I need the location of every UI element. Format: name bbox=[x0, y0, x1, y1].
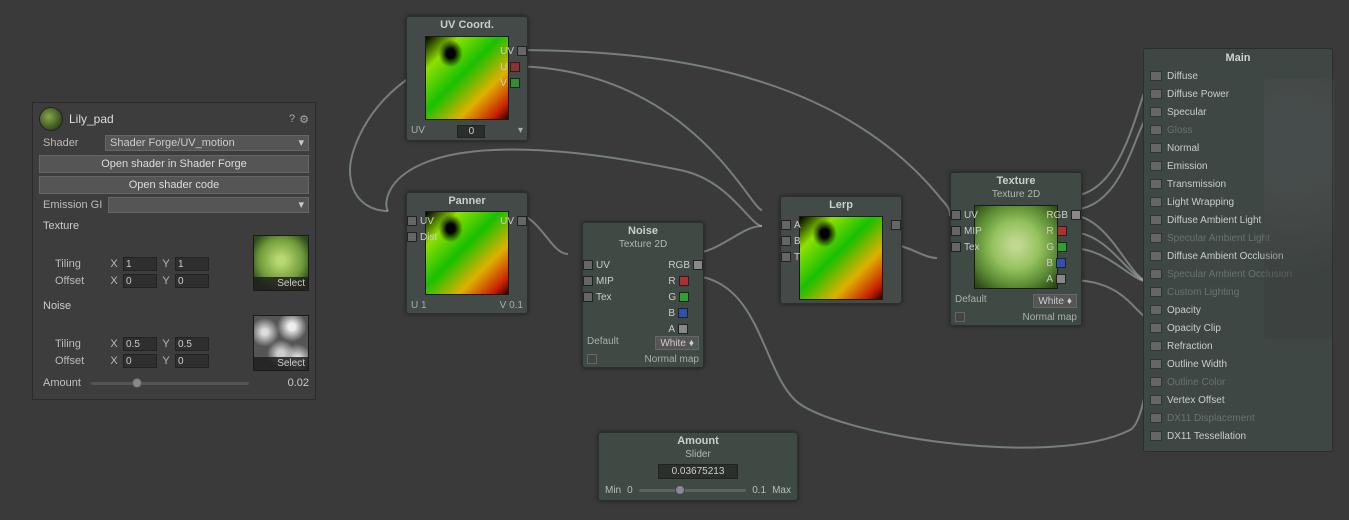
shader-label: Shader bbox=[43, 137, 99, 149]
noise-section-label: Noise bbox=[39, 297, 309, 315]
noise-offset-x[interactable] bbox=[123, 354, 157, 368]
texture-slot[interactable]: Select bbox=[253, 235, 309, 291]
amount-node-slider[interactable] bbox=[639, 489, 747, 492]
port-pin[interactable] bbox=[1150, 287, 1162, 297]
open-shader-code-button[interactable]: Open shader code bbox=[39, 176, 309, 194]
port-pin[interactable] bbox=[1150, 359, 1162, 369]
main-output-node[interactable]: Main DiffuseDiffuse PowerSpecularGlossNo… bbox=[1143, 48, 1333, 452]
material-name: Lily_pad bbox=[69, 112, 283, 126]
main-input-outline-width[interactable]: Outline Width bbox=[1144, 355, 1332, 373]
port-pin[interactable] bbox=[1150, 89, 1162, 99]
main-input-transmission[interactable]: Transmission bbox=[1144, 175, 1332, 193]
chevron-down-icon[interactable]: ▾ bbox=[518, 125, 523, 138]
inspector-header-icons: ? ⚙ bbox=[289, 113, 309, 126]
port-pin[interactable] bbox=[1150, 107, 1162, 117]
node-noise[interactable]: Noise Texture 2D UV MIP Tex RGB R G B A … bbox=[582, 222, 704, 368]
amount-value[interactable]: 0.02 bbox=[259, 377, 309, 389]
main-input-diffuse-ambient-light[interactable]: Diffuse Ambient Light bbox=[1144, 211, 1332, 229]
emission-gi-select[interactable]: ▾ bbox=[108, 197, 309, 213]
texture-tiling-x[interactable] bbox=[123, 257, 157, 271]
noise-tiling-x[interactable] bbox=[123, 337, 157, 351]
noise-offset-y[interactable] bbox=[175, 354, 209, 368]
main-input-vertex-offset[interactable]: Vertex Offset bbox=[1144, 391, 1332, 409]
main-input-dx11-displacement[interactable]: DX11 Displacement bbox=[1144, 409, 1332, 427]
tiling-label: Tiling bbox=[55, 258, 105, 270]
chevron-down-icon: ▾ bbox=[298, 136, 304, 150]
inspector-panel: Lily_pad ? ⚙ Shader Shader Forge/UV_moti… bbox=[32, 102, 316, 400]
noise-default-select[interactable]: White♦ bbox=[655, 336, 699, 350]
main-input-opacity-clip[interactable]: Opacity Clip bbox=[1144, 319, 1332, 337]
open-in-forge-button[interactable]: Open shader in Shader Forge bbox=[39, 155, 309, 173]
port-pin[interactable] bbox=[1150, 125, 1162, 135]
main-input-specular-ambient-light[interactable]: Specular Ambient Light bbox=[1144, 229, 1332, 247]
main-input-diffuse-ambient-occlusion[interactable]: Diffuse Ambient Occlusion bbox=[1144, 247, 1332, 265]
port-pin[interactable] bbox=[1150, 269, 1162, 279]
help-icon[interactable]: ? bbox=[289, 113, 295, 126]
amount-max-field[interactable]: 0.1 bbox=[752, 485, 766, 496]
noise-normalmap-checkbox[interactable] bbox=[587, 354, 597, 364]
amount-min-field[interactable]: 0 bbox=[627, 485, 633, 496]
port-pin[interactable] bbox=[1150, 395, 1162, 405]
main-input-light-wrapping[interactable]: Light Wrapping bbox=[1144, 193, 1332, 211]
material-thumbnail[interactable] bbox=[39, 107, 63, 131]
node-panner[interactable]: Panner UV Dist UV U 1 V 0.1 bbox=[406, 192, 528, 314]
panner-u-field[interactable]: U 1 bbox=[411, 300, 427, 311]
main-input-normal[interactable]: Normal bbox=[1144, 139, 1332, 157]
chevron-down-icon: ▾ bbox=[298, 198, 304, 212]
uvcoord-channel-field[interactable]: 0 bbox=[457, 125, 485, 138]
noise-texture-slot[interactable]: Select bbox=[253, 315, 309, 371]
port-pin[interactable] bbox=[1150, 197, 1162, 207]
amount-slider[interactable] bbox=[91, 382, 249, 385]
port-pin[interactable] bbox=[1150, 251, 1162, 261]
main-input-custom-lighting[interactable]: Custom Lighting bbox=[1144, 283, 1332, 301]
amount-node-value[interactable]: 0.03675213 bbox=[658, 464, 738, 479]
main-input-specular-ambient-occlusion[interactable]: Specular Ambient Occlusion bbox=[1144, 265, 1332, 283]
main-input-specular[interactable]: Specular bbox=[1144, 103, 1332, 121]
main-title: Main bbox=[1144, 49, 1332, 67]
emission-gi-label: Emission GI bbox=[43, 199, 102, 211]
port-pin[interactable] bbox=[1150, 215, 1162, 225]
texture-offset-x[interactable] bbox=[123, 274, 157, 288]
port-pin[interactable] bbox=[1150, 179, 1162, 189]
port-pin[interactable] bbox=[1150, 71, 1162, 81]
port-pin[interactable] bbox=[1150, 161, 1162, 171]
port-pin[interactable] bbox=[1150, 143, 1162, 153]
main-input-diffuse-power[interactable]: Diffuse Power bbox=[1144, 85, 1332, 103]
port-pin[interactable] bbox=[1150, 323, 1162, 333]
port-pin[interactable] bbox=[1150, 341, 1162, 351]
uvcoord-preview bbox=[425, 36, 509, 120]
port-pin[interactable] bbox=[1150, 377, 1162, 387]
noise-tiling-y[interactable] bbox=[175, 337, 209, 351]
main-input-outline-color[interactable]: Outline Color bbox=[1144, 373, 1332, 391]
port-pin[interactable] bbox=[1150, 431, 1162, 441]
main-input-diffuse[interactable]: Diffuse bbox=[1144, 67, 1332, 85]
offset-label: Offset bbox=[55, 275, 105, 287]
port-pin[interactable] bbox=[1150, 233, 1162, 243]
main-input-dx11-tessellation[interactable]: DX11 Tessellation bbox=[1144, 427, 1332, 445]
node-graph-canvas[interactable]: UV Coord. UV U V UV 0 ▾ Panner UV Dist U… bbox=[330, 0, 1349, 520]
node-amount[interactable]: Amount Slider 0.03675213 Min 0 0.1 Max bbox=[598, 432, 798, 501]
main-input-emission[interactable]: Emission bbox=[1144, 157, 1332, 175]
node-lerp[interactable]: Lerp A B T bbox=[780, 196, 902, 304]
texture-default-select[interactable]: White♦ bbox=[1033, 294, 1077, 308]
port-pin[interactable] bbox=[1150, 305, 1162, 315]
main-input-gloss[interactable]: Gloss bbox=[1144, 121, 1332, 139]
gear-icon[interactable]: ⚙ bbox=[299, 113, 309, 126]
lerp-preview bbox=[799, 216, 883, 300]
shader-select[interactable]: Shader Forge/UV_motion▾ bbox=[105, 135, 309, 151]
panner-v-field[interactable]: V 0.1 bbox=[500, 300, 523, 311]
node-texture[interactable]: Texture Texture 2D UV MIP Tex RGB R G B … bbox=[950, 172, 1082, 326]
amount-label: Amount bbox=[43, 377, 81, 389]
node-uv-coord[interactable]: UV Coord. UV U V UV 0 ▾ bbox=[406, 16, 528, 141]
port-pin[interactable] bbox=[1150, 413, 1162, 423]
main-input-opacity[interactable]: Opacity bbox=[1144, 301, 1332, 319]
texture-normalmap-checkbox[interactable] bbox=[955, 312, 965, 322]
texture-offset-y[interactable] bbox=[175, 274, 209, 288]
texture-tiling-y[interactable] bbox=[175, 257, 209, 271]
main-input-refraction[interactable]: Refraction bbox=[1144, 337, 1332, 355]
texture-section-label: Texture bbox=[39, 217, 309, 235]
